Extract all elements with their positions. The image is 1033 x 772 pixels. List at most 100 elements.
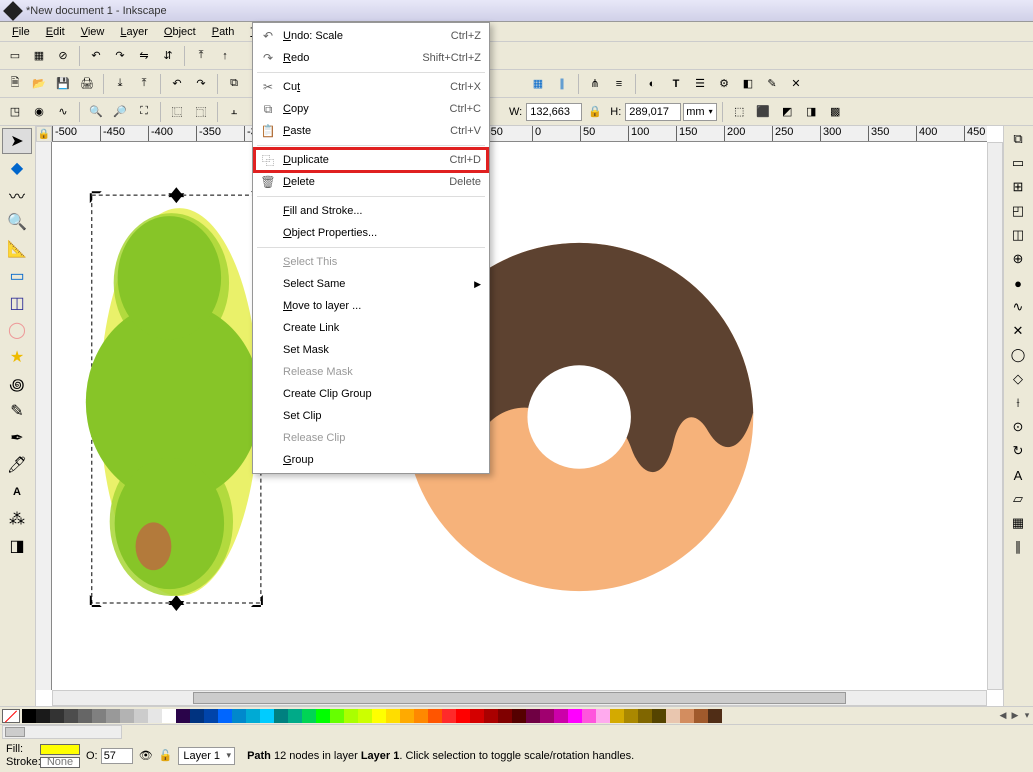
lock-layer-icon[interactable]: 🔓 <box>159 749 173 762</box>
export-button[interactable]: ⤒ <box>133 73 155 95</box>
snap-enable-button[interactable]: ⧉ <box>1006 128 1030 150</box>
color-swatch[interactable] <box>610 709 624 723</box>
trace-button[interactable]: ✎ <box>761 73 783 95</box>
unit-select[interactable]: mm▾ <box>683 103 717 121</box>
color-swatch[interactable] <box>456 709 470 723</box>
stroke-swatch[interactable]: None <box>40 757 80 768</box>
color-swatch[interactable] <box>666 709 680 723</box>
raise-button[interactable]: ↑ <box>214 45 236 67</box>
open-button[interactable]: 📂 <box>28 73 50 95</box>
color-swatch[interactable] <box>652 709 666 723</box>
menu-file[interactable]: File <box>4 24 38 40</box>
snap-guide-button[interactable]: ∥ <box>1006 536 1030 558</box>
color-swatch[interactable] <box>442 709 456 723</box>
color-swatch[interactable] <box>512 709 526 723</box>
xml-editor-button[interactable]: ⋔ <box>584 73 606 95</box>
color-swatch[interactable] <box>372 709 386 723</box>
transform-button[interactable]: ◧ <box>737 73 759 95</box>
color-swatch[interactable] <box>106 709 120 723</box>
snap-midpoint-button[interactable]: ◫ <box>1006 224 1030 246</box>
color-swatch[interactable] <box>540 709 554 723</box>
snap-cusp-button[interactable]: ◇ <box>1006 368 1030 390</box>
snap-rotation-button[interactable]: ↻ <box>1006 440 1030 462</box>
affect-corners-button[interactable]: ◩ <box>776 101 798 123</box>
prefs-button[interactable]: ✕ <box>785 73 807 95</box>
snap-intersection-button[interactable]: ✕ <box>1006 320 1030 342</box>
import-button[interactable]: ⤓ <box>109 73 131 95</box>
snap-node-button[interactable]: ◉ <box>28 101 50 123</box>
flip-v-button[interactable]: ⇵ <box>157 45 179 67</box>
group-button[interactable]: ⿺ <box>166 101 188 123</box>
rect-tool[interactable]: ▭ <box>2 263 32 289</box>
eraser-tool[interactable]: ◨ <box>2 533 32 559</box>
canvas-scrollbar-h[interactable] <box>52 690 987 706</box>
color-swatch[interactable] <box>232 709 246 723</box>
color-swatch[interactable] <box>218 709 232 723</box>
color-swatch[interactable] <box>316 709 330 723</box>
calligraphy-tool[interactable]: 🖊 <box>2 452 32 478</box>
palette-menu[interactable]: ▾ <box>1021 710 1033 721</box>
menu-item-select-same[interactable]: Select Same▶ <box>255 273 487 295</box>
raise-top-button[interactable]: ⤒ <box>190 45 212 67</box>
color-swatch[interactable] <box>680 709 694 723</box>
palette-scroll-left[interactable]: ◀ <box>997 710 1009 721</box>
color-swatch[interactable] <box>386 709 400 723</box>
toggle-grid-button[interactable]: ▦ <box>527 73 549 95</box>
pen-tool[interactable]: ✒ <box>2 425 32 451</box>
layer-selector[interactable]: Layer 1 <box>178 747 235 765</box>
menu-item-redo[interactable]: ↷RedoShift+Ctrl+Z <box>255 47 487 69</box>
color-swatch[interactable] <box>638 709 652 723</box>
align-button[interactable]: ≡ <box>608 73 630 95</box>
color-swatch[interactable] <box>288 709 302 723</box>
color-swatch[interactable] <box>554 709 568 723</box>
undo-button[interactable]: ↶ <box>166 73 188 95</box>
color-swatch[interactable] <box>148 709 162 723</box>
new-button[interactable]: 🗎 <box>4 73 26 95</box>
h-input[interactable] <box>625 103 681 121</box>
color-swatch[interactable] <box>596 709 610 723</box>
snap-line-mid-button[interactable]: ⟊ <box>1006 392 1030 414</box>
ellipse-tool[interactable]: ◯ <box>2 317 32 343</box>
w-input[interactable] <box>526 103 582 121</box>
menu-item-set-mask[interactable]: Set Mask <box>255 339 487 361</box>
menu-item-delete[interactable]: 🗑DeleteDelete <box>255 171 487 193</box>
deselect-button[interactable]: ⊘ <box>52 45 74 67</box>
green-shape-group[interactable] <box>86 208 261 596</box>
color-swatch[interactable] <box>484 709 498 723</box>
menu-item-object-properties[interactable]: Object Properties... <box>255 222 487 244</box>
color-swatch[interactable] <box>568 709 582 723</box>
opacity-input[interactable] <box>101 748 133 764</box>
measure-tool[interactable]: 📐 <box>2 236 32 262</box>
color-swatch[interactable] <box>624 709 638 723</box>
spray-tool[interactable]: ⁂ <box>2 506 32 532</box>
color-swatch[interactable] <box>92 709 106 723</box>
align-left-button[interactable]: ⫠ <box>223 101 245 123</box>
copy-button[interactable]: ⧉ <box>223 73 245 95</box>
ruler-horizontal[interactable]: -500-450-400-350-300-250-200-150-100-500… <box>52 126 987 142</box>
canvas-scrollbar-v[interactable] <box>987 142 1003 690</box>
redo-button[interactable]: ↷ <box>190 73 212 95</box>
fill-swatch[interactable] <box>40 744 80 755</box>
menu-layer[interactable]: Layer <box>112 24 156 40</box>
color-swatch[interactable] <box>204 709 218 723</box>
snap-path-button[interactable]: ∿ <box>1006 296 1030 318</box>
menu-view[interactable]: View <box>73 24 113 40</box>
color-swatch[interactable] <box>498 709 512 723</box>
color-swatch[interactable] <box>708 709 722 723</box>
menu-item-create-clip-group[interactable]: Create Clip Group <box>255 383 487 405</box>
snap-page-button[interactable]: ▱ <box>1006 488 1030 510</box>
snap-corner-button[interactable]: ◰ <box>1006 200 1030 222</box>
rotate-cw-button[interactable]: ↷ <box>109 45 131 67</box>
affect-scale-button[interactable]: ⬛ <box>752 101 774 123</box>
affect-move-button[interactable]: ⬚ <box>728 101 750 123</box>
color-swatch[interactable] <box>470 709 484 723</box>
zoom-in-button[interactable]: 🔍 <box>85 101 107 123</box>
color-swatch[interactable] <box>64 709 78 723</box>
menu-path[interactable]: Path <box>204 24 243 40</box>
snap-edge-button[interactable]: ⊞ <box>1006 176 1030 198</box>
menu-item-create-link[interactable]: Create Link <box>255 317 487 339</box>
selector-tool[interactable]: ➤ <box>2 128 32 154</box>
node-tool[interactable]: ◆ <box>2 155 32 181</box>
canvas[interactable] <box>52 142 987 690</box>
snap-smooth-button[interactable]: ◯ <box>1006 344 1030 366</box>
